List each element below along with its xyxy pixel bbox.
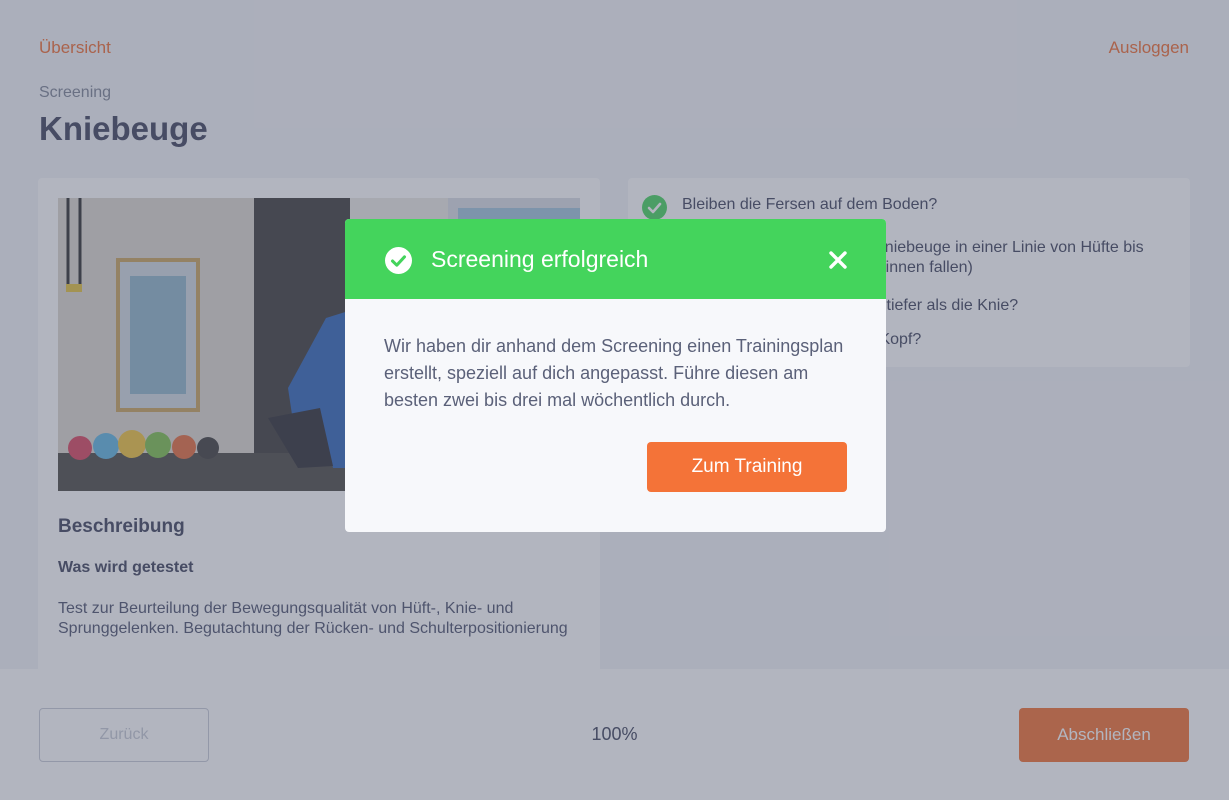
modal-header: Screening erfolgreich bbox=[345, 219, 886, 299]
start-training-button[interactable]: Zum Training bbox=[647, 442, 847, 492]
success-modal: Screening erfolgreich Wir haben dir anha… bbox=[345, 219, 886, 532]
modal-title: Screening erfolgreich bbox=[431, 246, 649, 272]
modal-message: Wir haben dir anhand dem Screening einen… bbox=[384, 336, 844, 410]
check-circle-icon bbox=[385, 247, 412, 274]
close-icon[interactable] bbox=[825, 247, 851, 273]
